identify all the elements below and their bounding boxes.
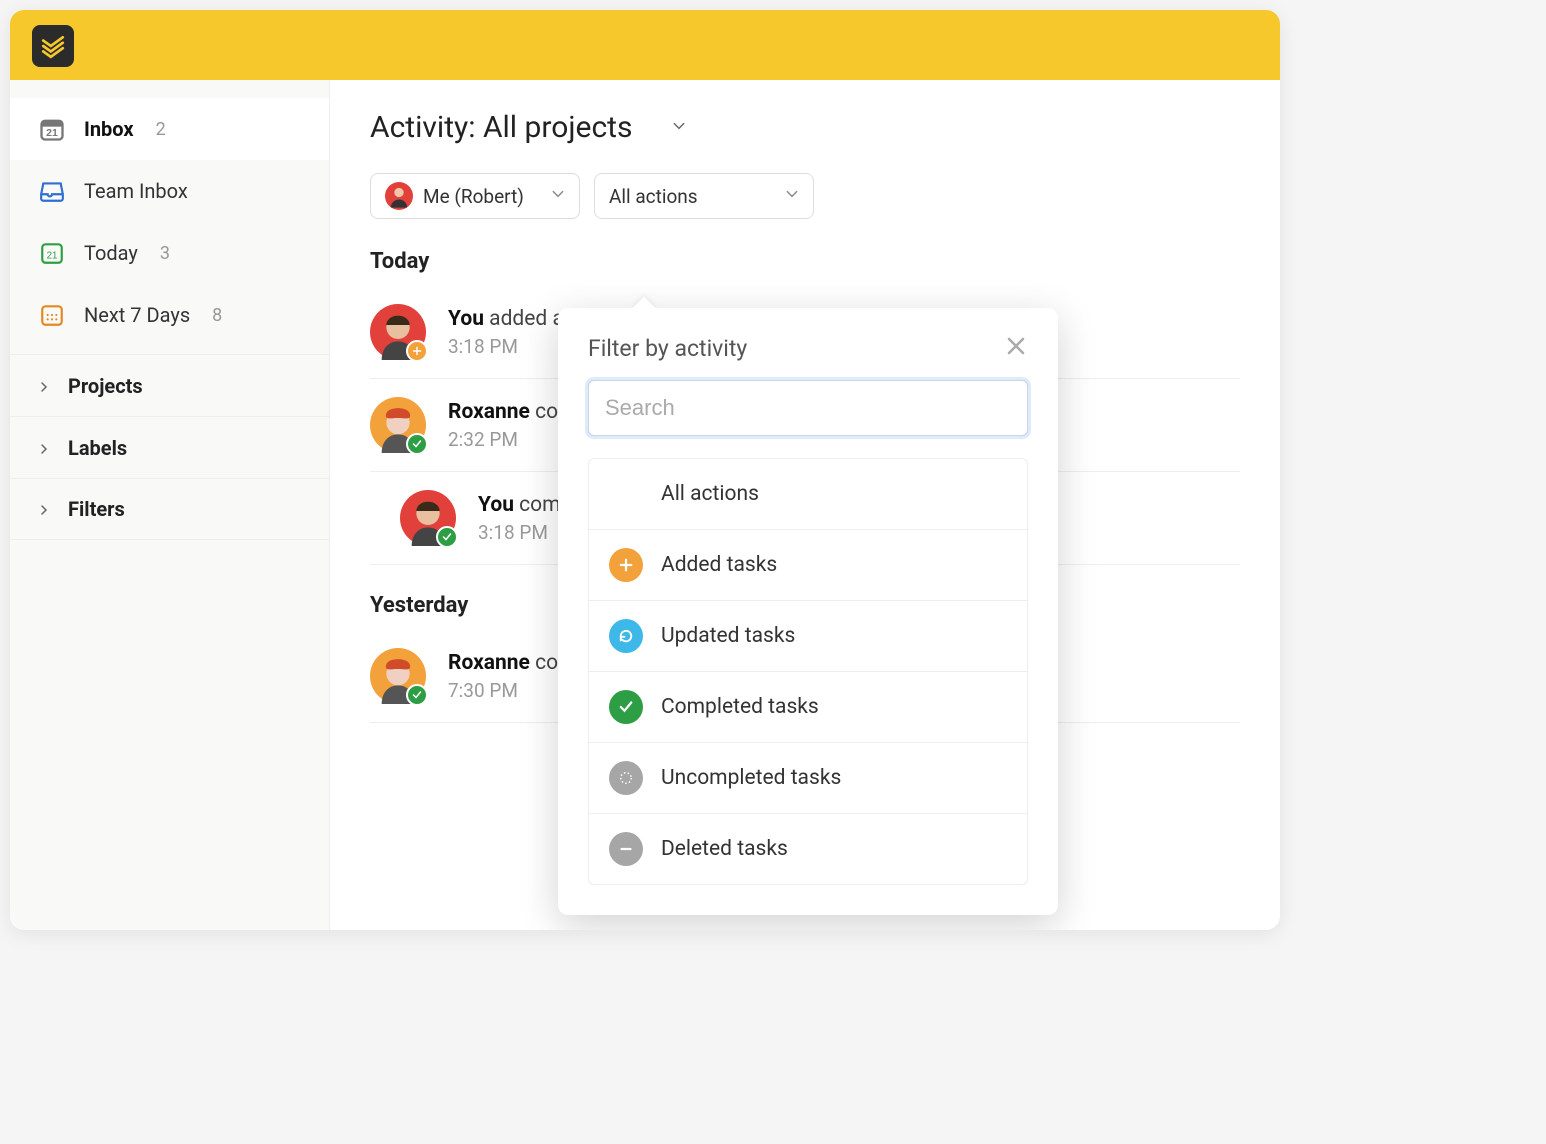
filter-option-all[interactable]: All actions (589, 459, 1027, 530)
app-body: 21 Inbox 2 Team Inbox 21 Today 3 (10, 80, 1280, 930)
dotted-circle-icon (609, 761, 643, 795)
close-button[interactable] (1004, 334, 1028, 362)
app-header (10, 10, 1280, 80)
avatar (370, 397, 426, 453)
logo-icon (40, 33, 66, 59)
svg-text:21: 21 (46, 127, 58, 139)
filter-search-input[interactable] (588, 380, 1028, 436)
option-label: Added tasks (661, 553, 777, 577)
sidebar-section-projects[interactable]: Projects (10, 354, 329, 416)
avatar (370, 304, 426, 360)
sidebar-item-next7[interactable]: Next 7 Days 8 (10, 284, 329, 346)
filter-actions-label: All actions (609, 185, 698, 208)
filter-option-completed[interactable]: Completed tasks (589, 672, 1027, 743)
chevron-right-icon (38, 497, 50, 521)
sidebar-item-inbox[interactable]: 21 Inbox 2 (10, 98, 329, 160)
tray-icon (38, 177, 66, 205)
avatar (385, 182, 413, 210)
option-label: Updated tasks (661, 624, 795, 648)
check-badge-icon (406, 684, 428, 706)
plus-icon (609, 548, 643, 582)
calendar-today-icon: 21 (38, 239, 66, 267)
sidebar-item-label: Team Inbox (84, 179, 188, 203)
filter-option-updated[interactable]: Updated tasks (589, 601, 1027, 672)
filter-activity-popover: Filter by activity All actions (558, 308, 1058, 915)
filter-user-label: Me (Robert) (423, 185, 524, 208)
filter-options-list: All actions Added tasks Updated tasks (588, 458, 1028, 885)
activity-time: 3:18 PM (448, 335, 564, 358)
filter-option-deleted[interactable]: Deleted tasks (589, 814, 1027, 884)
plus-badge-icon (406, 340, 428, 362)
check-icon (609, 690, 643, 724)
sidebar: 21 Inbox 2 Team Inbox 21 Today 3 (10, 80, 330, 930)
group-title: Today (370, 249, 1240, 274)
filter-actions-dropdown[interactable]: All actions (594, 173, 814, 219)
sidebar-section-labels[interactable]: Labels (10, 416, 329, 478)
check-badge-icon (406, 433, 428, 455)
minus-icon (609, 832, 643, 866)
app-logo[interactable] (32, 25, 74, 67)
sidebar-item-label: Inbox (84, 117, 134, 141)
sidebar-item-count: 2 (156, 119, 166, 140)
avatar (400, 490, 456, 546)
calendar-week-icon (38, 301, 66, 329)
sidebar-item-label: Today (84, 241, 138, 265)
option-label: Uncompleted tasks (661, 766, 841, 790)
sidebar-item-label: Next 7 Days (84, 303, 190, 327)
chevron-down-icon (551, 187, 565, 205)
app-window: 21 Inbox 2 Team Inbox 21 Today 3 (10, 10, 1280, 930)
chevron-right-icon (38, 436, 50, 460)
activity-text: You added a (448, 307, 564, 331)
option-label: Completed tasks (661, 695, 819, 719)
chevron-down-icon (672, 118, 686, 137)
option-label: Deleted tasks (661, 837, 788, 861)
section-label: Filters (68, 497, 125, 521)
sidebar-item-team-inbox[interactable]: Team Inbox (10, 160, 329, 222)
filter-option-added[interactable]: Added tasks (589, 530, 1027, 601)
sidebar-item-count: 3 (160, 243, 170, 264)
main-content: Activity: All projects Me (Robert) (330, 80, 1280, 930)
section-label: Labels (68, 436, 127, 460)
close-icon (1004, 334, 1028, 358)
svg-text:21: 21 (47, 250, 58, 261)
filter-row: Me (Robert) All actions (370, 173, 1240, 219)
refresh-icon (609, 619, 643, 653)
page-title-text: Activity: All projects (370, 110, 632, 145)
sidebar-item-today[interactable]: 21 Today 3 (10, 222, 329, 284)
sidebar-item-count: 8 (212, 305, 222, 326)
chevron-down-icon (785, 187, 799, 205)
avatar (370, 648, 426, 704)
filter-user-dropdown[interactable]: Me (Robert) (370, 173, 580, 219)
check-badge-icon (436, 526, 458, 548)
chevron-right-icon (38, 374, 50, 398)
sidebar-section-filters[interactable]: Filters (10, 478, 329, 540)
calendar-icon: 21 (38, 115, 66, 143)
filter-option-uncompleted[interactable]: Uncompleted tasks (589, 743, 1027, 814)
option-label: All actions (661, 482, 759, 506)
page-title[interactable]: Activity: All projects (370, 110, 1240, 145)
section-label: Projects (68, 374, 143, 398)
popover-title: Filter by activity (588, 335, 747, 362)
